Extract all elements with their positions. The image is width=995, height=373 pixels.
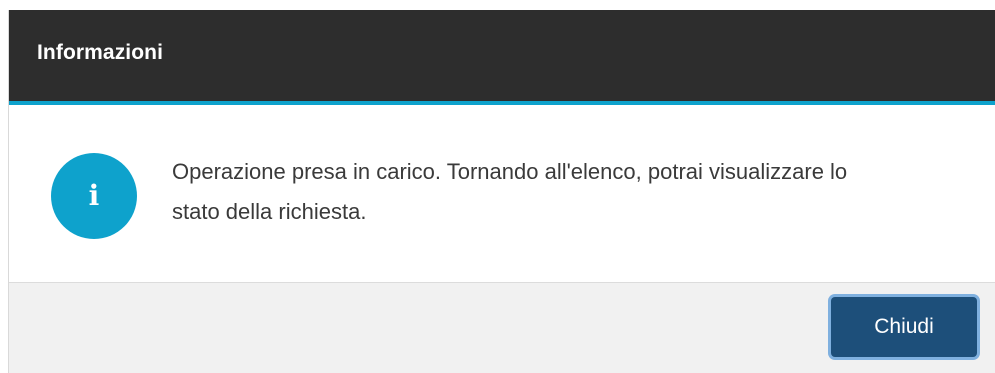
dialog-message: Operazione presa in carico. Tornando all… [172, 158, 848, 224]
info-dialog: Informazioni i Operazione presa in caric… [8, 10, 995, 373]
info-icon: i [51, 152, 137, 239]
dialog-body: i Operazione presa in carico. Tornando a… [9, 105, 995, 283]
close-button[interactable]: Chiudi [831, 297, 977, 357]
info-icon-glyph: i [88, 178, 100, 212]
dialog-header: Informazioni [9, 10, 995, 105]
dialog-title: Informazioni [37, 40, 164, 64]
dialog-footer: Chiudi [9, 283, 995, 373]
